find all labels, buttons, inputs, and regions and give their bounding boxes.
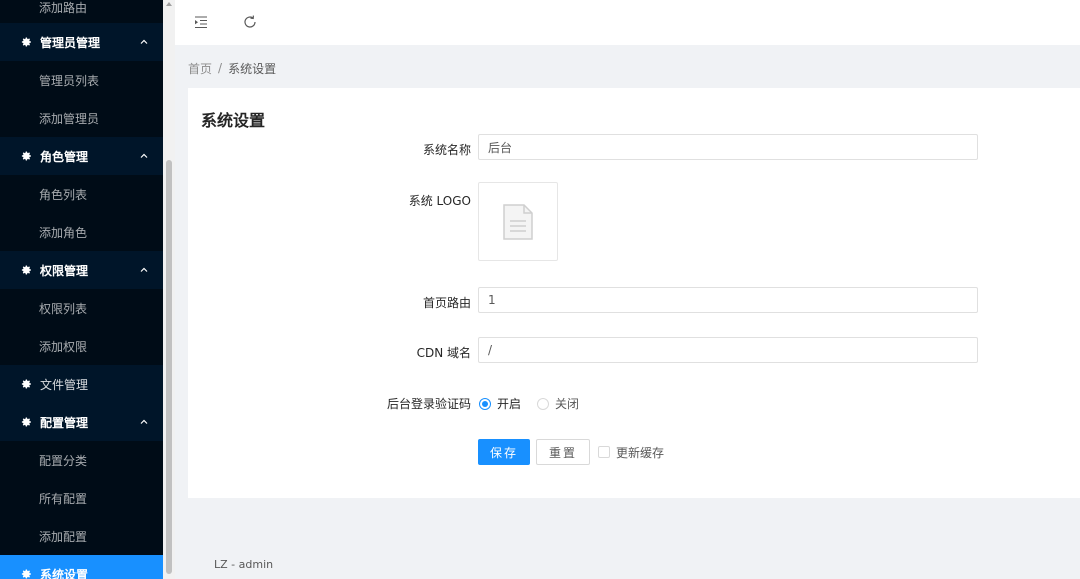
refresh-cache-checkbox[interactable]	[598, 446, 611, 458]
gear-icon	[21, 37, 31, 47]
logo-upload[interactable]	[478, 182, 558, 261]
footer-text: LZ - admin	[214, 558, 274, 571]
chevron-up-icon	[140, 419, 148, 424]
chevron-up-icon	[140, 153, 148, 158]
sidebar-item-system-settings[interactable]: 系统设置	[0, 555, 163, 579]
sidebar-item-label: 添加管理员	[39, 111, 100, 126]
scroll-up-arrow-icon[interactable]	[165, 0, 173, 8]
sidebar-item-label: 管理员列表	[39, 73, 100, 88]
indent-icon[interactable]	[192, 13, 210, 31]
breadcrumb-separator: /	[218, 61, 223, 75]
gear-icon	[21, 265, 31, 275]
breadcrumb: 首页 / 系统设置	[188, 60, 276, 76]
sidebar-scrollbar[interactable]	[163, 0, 175, 579]
sidebar-group-label: 系统设置	[40, 567, 89, 579]
sidebar-item-add-role[interactable]: 添加角色	[0, 213, 163, 251]
reload-icon[interactable]	[241, 13, 259, 31]
captcha-off-label[interactable]: 关闭	[555, 395, 579, 412]
home-route-input[interactable]: 1	[478, 287, 978, 313]
sidebar-group-permission[interactable]: 权限管理	[0, 251, 163, 289]
sidebar-item-file-management[interactable]: 文件管理	[0, 365, 163, 403]
sidebar-item-label: 角色列表	[39, 187, 88, 202]
sidebar-group-label: 管理员管理	[40, 35, 101, 50]
top-header	[175, 0, 1080, 45]
sidebar-item-add-route[interactable]: 添加路由	[0, 0, 163, 23]
save-button[interactable]: 保存	[478, 439, 531, 465]
gear-icon	[21, 151, 31, 161]
refresh-cache-label[interactable]: 更新缓存	[616, 444, 664, 461]
form-actions: 保存 重置 更新缓存	[478, 439, 664, 465]
sidebar-item-add-admin[interactable]: 添加管理员	[0, 99, 163, 137]
sidebar-group-config[interactable]: 配置管理	[0, 403, 163, 441]
breadcrumb-current: 系统设置	[228, 61, 277, 76]
sidebar-item-permission-list[interactable]: 权限列表	[0, 289, 163, 327]
sidebar-item-config-category[interactable]: 配置分类	[0, 441, 163, 479]
system-name-value: 后台	[488, 140, 513, 155]
settings-card: 系统设置 系统名称 后台 系统 LOGO 首页路由 1 CDN 域名 / 后台登…	[188, 88, 1080, 498]
sidebar-group-label: 角色管理	[40, 149, 89, 164]
captcha-off-radio[interactable]	[537, 397, 550, 410]
sidebar-item-label: 添加配置	[39, 529, 88, 544]
chevron-up-icon	[140, 267, 148, 272]
captcha-on-label[interactable]: 开启	[497, 395, 521, 412]
sidebar-item-label: 添加角色	[39, 225, 88, 240]
sidebar-item-label: 所有配置	[39, 491, 88, 506]
sidebar-item-role-list[interactable]: 角色列表	[0, 175, 163, 213]
sidebar-item-label: 权限列表	[39, 301, 88, 316]
chevron-up-icon	[140, 39, 148, 44]
captcha-radio-group: 开启 关闭	[479, 395, 595, 412]
sidebar: 添加路由 管理员管理 管理员列表 添加管理员 角色管理 角色列表 添加角色 权限…	[0, 0, 163, 579]
gear-icon	[21, 379, 31, 389]
file-placeholder-icon	[503, 203, 533, 240]
cdn-input[interactable]: /	[478, 337, 978, 363]
sidebar-item-all-config[interactable]: 所有配置	[0, 479, 163, 517]
home-route-label: 首页路由	[422, 296, 471, 310]
sidebar-item-label: 添加权限	[39, 339, 88, 354]
reset-button[interactable]: 重置	[536, 439, 591, 465]
captcha-label: 后台登录验证码	[386, 397, 471, 411]
logo-label: 系统 LOGO	[408, 194, 471, 208]
cdn-label: CDN 域名	[416, 346, 471, 360]
home-route-value: 1	[488, 293, 496, 307]
sidebar-group-label: 配置管理	[40, 415, 89, 430]
page-title: 系统设置	[201, 111, 266, 130]
gear-icon	[21, 569, 31, 579]
sidebar-item-label: 添加路由	[39, 1, 88, 15]
scrollbar-thumb[interactable]	[166, 160, 172, 574]
gear-icon	[21, 417, 31, 427]
sidebar-group-role[interactable]: 角色管理	[0, 137, 163, 175]
system-name-input[interactable]: 后台	[478, 134, 978, 160]
cdn-value: /	[488, 343, 493, 357]
sidebar-group-label: 权限管理	[40, 263, 89, 278]
sidebar-group-label: 文件管理	[40, 377, 89, 392]
sidebar-item-add-config[interactable]: 添加配置	[0, 517, 163, 555]
sidebar-item-admin-list[interactable]: 管理员列表	[0, 61, 163, 99]
sidebar-group-admin[interactable]: 管理员管理	[0, 23, 163, 61]
breadcrumb-home-link[interactable]: 首页	[188, 60, 212, 77]
captcha-on-radio[interactable]	[479, 397, 491, 410]
system-name-label: 系统名称	[422, 143, 471, 157]
sidebar-item-add-permission[interactable]: 添加权限	[0, 327, 163, 365]
sidebar-item-label: 配置分类	[39, 453, 88, 468]
